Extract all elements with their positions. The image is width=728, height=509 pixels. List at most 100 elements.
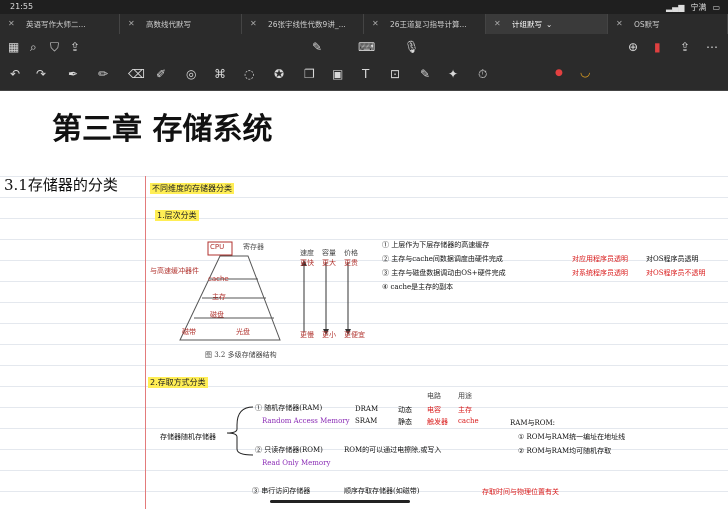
- note-2: ② 主存与cache间数据调度由硬件完成: [382, 255, 503, 263]
- eraser-icon[interactable]: ⌫: [128, 68, 145, 80]
- text-box-icon[interactable]: ⌘: [214, 68, 226, 80]
- image-icon[interactable]: ▣: [332, 68, 343, 80]
- chapter-title: 第三章 存储系统: [52, 112, 273, 147]
- pen-tool-icon[interactable]: ✒: [68, 68, 78, 80]
- pencil-tool-icon[interactable]: ✏: [98, 68, 108, 80]
- purple-annotation: 与高速缓冲器件: [150, 267, 199, 275]
- bookmark-icon[interactable]: ⛉: [50, 41, 59, 53]
- close-icon[interactable]: ✕: [372, 19, 379, 28]
- main-memory-label: 主存: [212, 293, 226, 301]
- tape-label: 磁带: [182, 328, 196, 336]
- sticker-icon[interactable]: ✪: [274, 68, 284, 80]
- add-page-icon[interactable]: ⊕: [628, 41, 638, 53]
- more-icon[interactable]: ⋯: [706, 41, 718, 53]
- sram-use: cache: [458, 417, 479, 425]
- ram-rom-line1: ① ROM与RAM统一编址在地址线: [518, 433, 626, 441]
- status-bar: 21:55 ▂▄▆ 宁满 ▭: [0, 0, 728, 14]
- dram-type: 动态: [398, 406, 412, 414]
- point2-highlight: 2.存取方式分类: [148, 377, 208, 388]
- crop-icon[interactable]: ⊡: [390, 68, 400, 80]
- section-title: 3.1存储器的分类: [4, 176, 118, 194]
- signal-icon: ▂▄▆: [665, 3, 685, 12]
- close-icon[interactable]: ✕: [250, 19, 257, 28]
- expensive-label: 更贵: [344, 259, 358, 267]
- cache-label: cache: [208, 275, 229, 283]
- undo-icon[interactable]: ↶: [10, 68, 20, 80]
- ram-subtitle: Random Access Memory: [262, 417, 350, 425]
- bigger-label: 更大: [322, 259, 336, 267]
- search-icon[interactable]: ⌕: [30, 41, 37, 53]
- figure-caption: 图 3.2 多级存储器结构: [205, 351, 277, 359]
- note-side2-2: 对OS程序员不透明: [646, 269, 706, 277]
- note-3: ③ 主存与磁盘数据调动由OS+硬件完成: [382, 269, 506, 277]
- bracket-brace: [226, 406, 254, 456]
- red-dot-icon[interactable]: ●: [555, 69, 563, 78]
- share-icon[interactable]: ⇪: [70, 41, 80, 53]
- dram-label: DRAM: [355, 405, 379, 413]
- pen-color-icon[interactable]: ◡: [580, 66, 590, 78]
- tab-os-review[interactable]: ✕ OS默写: [608, 14, 728, 34]
- price-header: 价格: [344, 249, 358, 257]
- circuit-header: 电路: [427, 392, 441, 400]
- ruled-line: [0, 386, 728, 387]
- redo-icon[interactable]: ↷: [36, 68, 46, 80]
- text-icon[interactable]: T: [362, 68, 369, 80]
- ram-rom-line2: ② ROM与RAM均可随机存取: [518, 447, 612, 455]
- shape-icon[interactable]: ◎: [186, 68, 196, 80]
- drawing-toolbar: ↶ ↷ ✒ ✏ ⌫ ✐ ◎ ⌘ ◌ ✪ ❐ ▣ T ⊡ ✎ ✦ ⏱ ● ◡: [0, 60, 728, 91]
- sram-circuit: 触发器: [427, 418, 448, 426]
- grid-icon[interactable]: ▦: [8, 41, 19, 53]
- tab-computer-organization[interactable]: ✕ 计组默写 ⌄: [486, 14, 608, 34]
- tab-math-review[interactable]: ✕ 高数线代默写: [120, 14, 242, 34]
- subtitle-highlight: 不同维度的存储器分类: [150, 183, 234, 194]
- top-toolbar: ▦ ⌕ ⛉ ⇪ ✎ ⌨ 🎙 ⊕ ▮ ⇪ ⋯: [0, 34, 728, 93]
- use-header: 用途: [458, 392, 472, 400]
- chevron-down-icon[interactable]: ⌄: [546, 20, 552, 29]
- sram-label: SRAM: [355, 417, 378, 425]
- note-4: ④ cache是主存的副本: [382, 283, 454, 291]
- microphone-icon[interactable]: 🎙: [404, 41, 419, 53]
- laser-icon[interactable]: ✦: [448, 68, 458, 80]
- disk-label: 磁盘: [210, 311, 224, 319]
- random-access-label: 存储器随机存储器: [160, 433, 216, 441]
- close-icon[interactable]: ✕: [616, 19, 623, 28]
- timer-icon[interactable]: ⏱: [478, 68, 487, 80]
- smaller-label: 更小: [322, 331, 336, 339]
- tab-bar: ✕ 英语写作大师二... ✕ 高数线代默写 ✕ 26张宇线性代数9讲_... ✕ 26王…: [0, 14, 728, 34]
- seq-note: 存取时间与物理位置有关: [482, 488, 559, 496]
- close-icon[interactable]: ✕: [128, 19, 135, 28]
- highlighter-icon[interactable]: ✐: [156, 68, 166, 80]
- rom-desc: ROM的可以通过电擦除,或写入: [344, 446, 442, 454]
- tab-wangdao-guide[interactable]: ✕ 26王道复习指导计算...: [364, 14, 486, 34]
- cheaper-label: 更便宜: [344, 331, 365, 339]
- ruler-icon[interactable]: ✎: [420, 68, 430, 80]
- ruled-line: [0, 218, 728, 219]
- close-icon[interactable]: ✕: [494, 19, 501, 28]
- keyboard-icon[interactable]: ⌨: [358, 41, 375, 53]
- dram-use: 主存: [458, 406, 472, 414]
- tab-english-writing[interactable]: ✕ 英语写作大师二...: [0, 14, 120, 34]
- register-label: 寄存器: [243, 243, 264, 251]
- home-indicator[interactable]: [270, 500, 410, 503]
- pencil-icon: ✎: [312, 40, 323, 54]
- ram-title: ① 随机存储器(RAM): [255, 404, 323, 412]
- close-icon[interactable]: ✕: [8, 19, 15, 28]
- rom-title: ② 只读存储器(ROM): [255, 446, 323, 454]
- note-side2-1: 对OS程序员透明: [646, 255, 699, 263]
- export-icon[interactable]: ⇪: [680, 41, 690, 53]
- note-side-1: 对应用程序员透明: [572, 255, 628, 263]
- cpu-label: CPU: [210, 243, 225, 251]
- seq-title: ③ 串行访问存储器: [252, 487, 311, 495]
- ruled-line: [0, 365, 728, 366]
- lasso-icon[interactable]: ◌: [244, 68, 254, 80]
- seq-desc: 顺序存取存储器(如磁带): [344, 487, 420, 495]
- tab-linear-algebra[interactable]: ✕ 26张宇线性代数9讲_...: [242, 14, 364, 34]
- layers-icon[interactable]: ❐: [304, 68, 315, 80]
- ram-rom-title: RAM与ROM:: [510, 419, 556, 427]
- bookmark-red-icon[interactable]: ▮: [654, 41, 661, 53]
- optical-disk-label: 光盘: [236, 328, 250, 336]
- capacity-header: 容量: [322, 249, 336, 257]
- network-label: 宁满: [690, 3, 707, 12]
- point1-highlight: 1.层次分类: [155, 210, 199, 221]
- ruled-line: [0, 197, 728, 198]
